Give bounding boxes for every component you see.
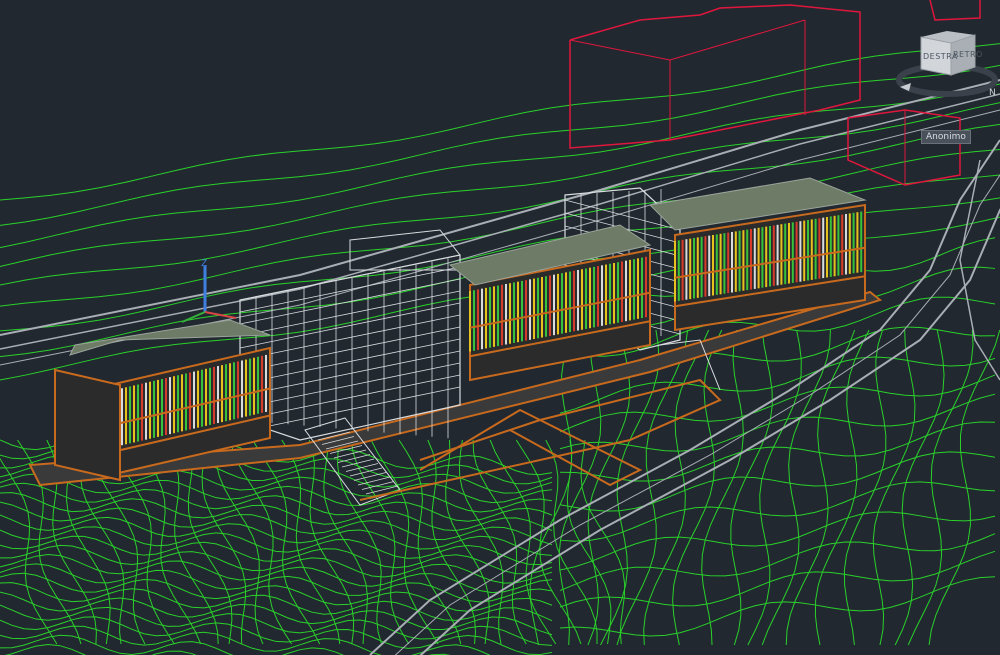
compass-north-label[interactable]: N	[989, 88, 996, 98]
model-viewport[interactable]: Z	[0, 0, 1000, 655]
viewcube-right-label: RETRO	[953, 50, 983, 59]
tooltip: Anonimo	[921, 130, 971, 144]
model-canvas[interactable]: Z	[0, 0, 1000, 655]
viewcube[interactable]: N DESTRA RETRO	[895, 25, 1000, 105]
ucs-z-label: Z	[201, 259, 207, 269]
